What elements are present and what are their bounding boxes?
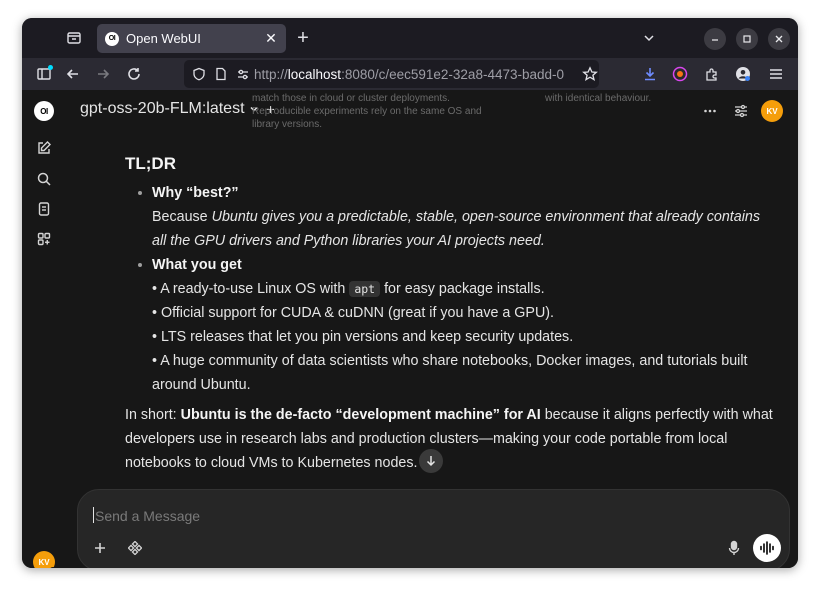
message-list: Why “best?” Because Ubuntu gives you a p… [125,181,775,397]
microphone-icon[interactable] [724,538,744,558]
list-line: • Official support for CUDA & cuDNN (gre… [152,305,555,321]
url-text: http://localhost:8080/c/eec591e2-32a8-44… [254,66,565,82]
list-line: • LTS releases that let you pin versions… [152,329,574,345]
back-arrow-icon[interactable] [63,64,83,84]
attach-plus-icon[interactable] [90,538,110,558]
account-icon[interactable] [733,64,753,84]
tab-overview-icon[interactable] [64,28,84,48]
close-window-icon[interactable] [768,28,790,50]
list-line: • A huge community of data scientists wh… [152,353,748,393]
integrations-icon[interactable] [125,538,145,558]
navigation-bar: http://localhost:8080/c/eec591e2-32a8-44… [22,58,798,90]
extension-icon[interactable] [670,64,690,84]
shield-icon[interactable] [192,67,206,81]
list-line: for easy package installs. [380,281,545,297]
more-options-icon[interactable] [699,100,721,122]
reload-icon[interactable] [124,64,144,84]
new-tab-icon[interactable]: + [293,27,313,49]
minimize-icon[interactable] [704,28,726,50]
list-item-title: Why “best?” [152,185,239,201]
model-name: gpt-oss-20b-FLM:latest [80,100,245,117]
notes-icon[interactable] [34,199,54,219]
list-item: What you get • A ready-to-use Linux OS w… [138,253,775,397]
list-item: Why “best?” Because Ubuntu gives you a p… [138,181,775,253]
model-selector[interactable]: gpt-oss-20b-FLM:latest + [80,100,275,118]
voice-mode-button[interactable] [753,534,781,562]
browser-window: OI Open WebUI ✕ + http://localhost:8080/… [22,18,798,568]
list-tabs-chevron-icon[interactable] [639,28,659,48]
tab-title: Open WebUI [126,31,201,46]
inline-code: apt [349,281,381,297]
workspace-icon[interactable] [34,229,54,249]
search-icon[interactable] [34,169,54,189]
scroll-to-bottom-button[interactable] [419,449,443,473]
downloads-icon[interactable] [640,64,660,84]
url-bar[interactable]: http://localhost:8080/c/eec591e2-32a8-44… [184,60,599,88]
list-item-emphasis: Ubuntu gives you a predictable, stable, … [152,209,761,249]
sidebar: OI KV [22,90,68,568]
summary-bold: Ubuntu is the de-facto “development mach… [180,407,541,423]
user-avatar-header[interactable]: KV [761,100,783,122]
menu-icon[interactable] [766,64,786,84]
online-status-dot [49,567,57,568]
message-composer [77,489,790,568]
favicon-icon: OI [105,31,119,46]
text-caret [93,507,94,523]
summary-text: In short: [125,407,181,423]
faded-previous-text-right: with identical behaviour. [545,93,652,104]
close-tab-icon[interactable]: ✕ [260,30,282,47]
permissions-icon[interactable] [236,67,250,81]
new-chat-icon[interactable] [34,138,54,158]
list-item-text: Because [152,209,212,225]
message-heading: TL;DR [125,154,176,173]
open-webui-logo[interactable]: OI [34,101,54,121]
list-line: • A ready-to-use Linux OS with [152,281,350,297]
sidebar-toggle-icon[interactable] [34,64,54,84]
controls-sliders-icon[interactable] [730,100,752,122]
faded-previous-text: match those in cloud or cluster deployme… [252,93,482,130]
assistant-message: TL;DR Why “best?” Because Ubuntu gives y… [125,152,775,475]
tab-strip: OI Open WebUI ✕ + [22,18,798,58]
extensions-puzzle-icon[interactable] [702,64,722,84]
summary-paragraph: In short: Ubuntu is the de-facto “develo… [125,403,775,475]
maximize-icon[interactable] [736,28,758,50]
user-avatar[interactable]: KV [33,551,55,568]
bookmark-star-icon[interactable] [582,66,598,82]
forward-arrow-icon[interactable] [93,64,113,84]
message-input[interactable] [93,504,697,528]
page-info-icon[interactable] [215,67,227,81]
open-webui-app: OI KV gpt-oss-20b-FLM:latest + match tho… [22,90,798,568]
tab-open-webui[interactable]: OI Open WebUI ✕ [97,24,286,53]
list-item-title: What you get [152,257,242,273]
